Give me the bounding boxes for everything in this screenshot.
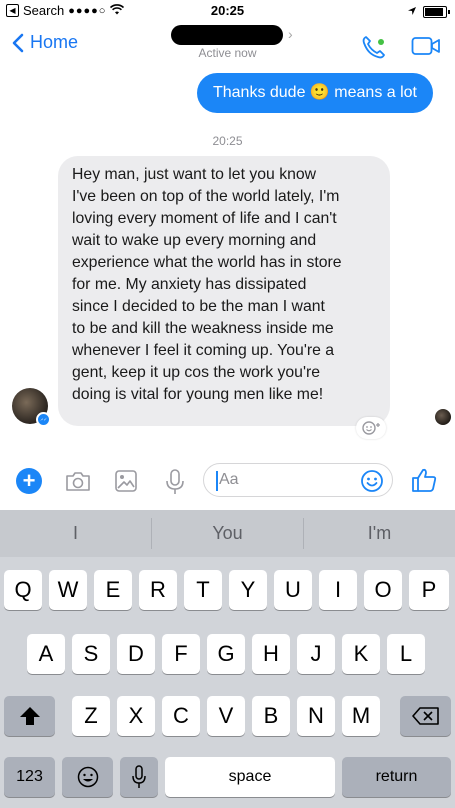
key-y[interactable]: Y bbox=[229, 570, 267, 610]
message-line: wait to wake up every morning and bbox=[72, 232, 317, 249]
key-v[interactable]: V bbox=[207, 696, 245, 736]
emoji-keyboard-icon bbox=[77, 766, 98, 788]
text-cursor bbox=[216, 471, 218, 491]
predictive-bar: I You I'm bbox=[0, 510, 455, 557]
key-x[interactable]: X bbox=[117, 696, 155, 736]
key-p[interactable]: P bbox=[409, 570, 449, 610]
key-l[interactable]: L bbox=[387, 634, 425, 674]
message-line: loving every moment of life and I can't bbox=[72, 210, 337, 227]
battery-icon bbox=[423, 5, 450, 18]
redaction-bar bbox=[171, 25, 283, 45]
message-line: for me. My anxiety has dissipated bbox=[72, 276, 307, 293]
delete-key[interactable] bbox=[400, 696, 451, 736]
keyboard: I You I'm Q W E R T Y U I O P A S D F G … bbox=[0, 510, 455, 808]
status-right bbox=[407, 4, 450, 19]
chevron-right-icon[interactable]: › bbox=[288, 26, 293, 42]
space-key[interactable]: space bbox=[165, 757, 335, 797]
messenger-badge-icon bbox=[36, 412, 51, 427]
key-f[interactable]: F bbox=[162, 634, 200, 674]
suggestion-1[interactable]: I bbox=[0, 510, 151, 557]
numbers-key[interactable]: 123 bbox=[4, 757, 55, 797]
message-line: experience what the world has in store bbox=[72, 254, 342, 271]
thumbs-up-icon[interactable] bbox=[410, 466, 438, 499]
shift-arrow-icon bbox=[19, 707, 40, 725]
suggestion-2[interactable]: You bbox=[152, 510, 303, 557]
dictation-microphone-icon bbox=[132, 765, 146, 788]
message-line: since I decided to be the man I want bbox=[72, 298, 325, 315]
location-icon bbox=[407, 4, 417, 19]
shift-key[interactable] bbox=[4, 696, 55, 736]
contact-avatar[interactable] bbox=[12, 388, 51, 427]
conversation-header: Home Jo › Active now bbox=[0, 22, 455, 68]
incoming-message[interactable]: Hey man, just want to let you know I've … bbox=[58, 156, 390, 426]
message-line: to be and kill the weakness inside me bbox=[72, 320, 334, 337]
emoji-reaction-icon bbox=[362, 421, 380, 435]
message-input-field[interactable] bbox=[203, 463, 393, 497]
phone-call-icon[interactable] bbox=[361, 34, 387, 65]
more-options-plus-icon[interactable]: + bbox=[16, 468, 42, 494]
message-line: doing is vital for young men like me! bbox=[72, 386, 324, 403]
microphone-icon[interactable] bbox=[164, 468, 186, 501]
add-reaction-button[interactable] bbox=[356, 417, 386, 439]
key-t[interactable]: T bbox=[184, 570, 222, 610]
video-call-icon[interactable] bbox=[411, 36, 441, 61]
key-k[interactable]: K bbox=[342, 634, 380, 674]
message-line: I've been on top of the world lately, I'… bbox=[72, 188, 340, 205]
key-j[interactable]: J bbox=[297, 634, 335, 674]
message-line: Hey man, just want to let you know bbox=[72, 166, 317, 183]
message-input[interactable] bbox=[219, 464, 359, 496]
key-n[interactable]: N bbox=[297, 696, 335, 736]
emoji-icon[interactable] bbox=[360, 469, 384, 498]
message-line: gent, keep it up cos the work you're bbox=[72, 364, 321, 381]
key-i[interactable]: I bbox=[319, 570, 357, 610]
key-w[interactable]: W bbox=[49, 570, 87, 610]
key-m[interactable]: M bbox=[342, 696, 380, 736]
key-r[interactable]: R bbox=[139, 570, 177, 610]
camera-icon[interactable] bbox=[64, 468, 92, 499]
key-c[interactable]: C bbox=[162, 696, 200, 736]
outgoing-message[interactable]: Thanks dude 🙂 means a lot bbox=[196, 73, 433, 113]
message-line: whenever I feel it coming up. You're a bbox=[72, 342, 335, 359]
key-u[interactable]: U bbox=[274, 570, 312, 610]
dictation-key[interactable] bbox=[120, 757, 158, 797]
key-z[interactable]: Z bbox=[72, 696, 110, 736]
key-h[interactable]: H bbox=[252, 634, 290, 674]
emoji-keyboard-key[interactable] bbox=[62, 757, 113, 797]
return-key[interactable]: return bbox=[342, 757, 451, 797]
seen-receipt-avatar bbox=[435, 409, 451, 425]
key-q[interactable]: Q bbox=[4, 570, 42, 610]
status-time: 20:25 bbox=[210, 3, 245, 18]
suggestion-3[interactable]: I'm bbox=[304, 510, 455, 557]
backspace-icon bbox=[411, 707, 439, 725]
key-o[interactable]: O bbox=[364, 570, 402, 610]
message-timestamp: 20:25 bbox=[212, 134, 243, 148]
key-a[interactable]: A bbox=[27, 634, 65, 674]
key-e[interactable]: E bbox=[94, 570, 132, 610]
key-d[interactable]: D bbox=[117, 634, 155, 674]
message-composer: + bbox=[0, 458, 455, 508]
key-s[interactable]: S bbox=[72, 634, 110, 674]
gallery-icon[interactable] bbox=[114, 468, 138, 499]
key-g[interactable]: G bbox=[207, 634, 245, 674]
status-bar: ◀ Search ●●●●○ 20:25 bbox=[0, 0, 455, 22]
key-b[interactable]: B bbox=[252, 696, 290, 736]
